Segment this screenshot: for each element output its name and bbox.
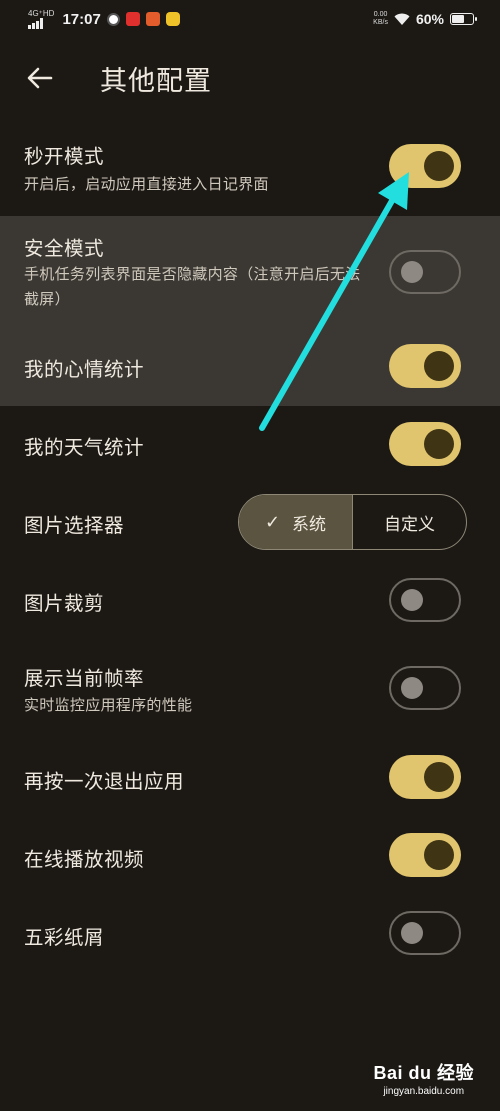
annotation-arrow: [259, 172, 409, 431]
watermark-url: jingyan.baidu.com: [383, 1086, 465, 1097]
watermark-logo: Bai du 经验: [373, 1063, 474, 1083]
baidu-watermark: Bai du 经验 jingyan.baidu.com: [373, 1059, 474, 1097]
